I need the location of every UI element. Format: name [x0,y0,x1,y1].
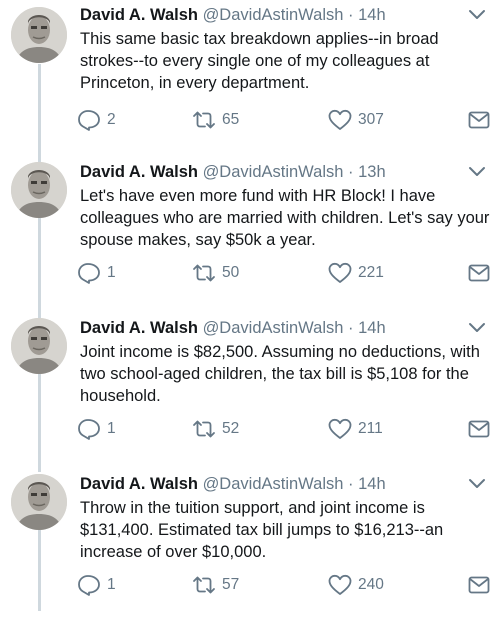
retweet-icon [191,417,222,441]
tweet[interactable]: David A. Walsh @DavidAstinWalsh · 14h Jo… [0,316,500,466]
heart-icon [327,417,358,441]
heart-icon [327,261,358,285]
direct-message-icon [467,109,496,131]
retweet-button[interactable]: 65 [191,107,239,133]
timestamp[interactable]: 13h [358,163,386,181]
direct-message-button[interactable] [467,416,496,442]
direct-message-button[interactable] [467,260,496,286]
tweet-actions: 1 50 221 [76,260,496,286]
like-button[interactable]: 307 [327,107,384,133]
tweet[interactable]: David A. Walsh @DavidAstinWalsh · 14h Th… [0,472,500,622]
like-count: 221 [358,264,384,281]
like-button[interactable]: 240 [327,572,384,598]
avatar[interactable] [11,162,67,218]
timestamp[interactable]: 14h [358,475,386,493]
retweet-button[interactable]: 52 [191,416,239,442]
retweet-count: 57 [222,576,240,593]
reply-icon [76,573,107,597]
tweet-actions: 1 52 211 [76,416,496,442]
retweet-icon [191,573,222,597]
reply-count: 1 [107,420,116,437]
tweet-text: Let's have even more fund with HR Block!… [80,187,490,249]
tweet-header: David A. Walsh @DavidAstinWalsh · 14h [80,472,386,496]
direct-message-icon [467,262,496,284]
retweet-count: 65 [222,111,240,128]
separator-dot: · [348,6,354,24]
chevron-down-icon[interactable] [468,476,486,490]
tweet-text: Throw in the tuition support, and joint … [80,499,444,561]
display-name[interactable]: David A. Walsh [80,475,198,493]
display-name[interactable]: David A. Walsh [80,319,198,337]
display-name[interactable]: David A. Walsh [80,6,198,24]
like-count: 240 [358,576,384,593]
avatar[interactable] [11,7,67,63]
reply-count: 1 [107,576,116,593]
user-handle[interactable]: @DavidAstinWalsh [203,319,344,337]
reply-icon [76,417,107,441]
tweet-actions: 1 57 240 [76,572,496,598]
display-name[interactable]: David A. Walsh [80,163,198,181]
tweet-header: David A. Walsh @DavidAstinWalsh · 14h [80,316,386,340]
reply-count: 1 [107,264,116,281]
chevron-down-icon[interactable] [468,7,486,21]
avatar[interactable] [11,474,67,530]
retweet-button[interactable]: 50 [191,260,239,286]
tweet-text: This same basic tax breakdown applies--i… [80,30,439,92]
separator-dot: · [348,475,354,493]
tweet-actions: 2 65 307 [76,107,496,133]
retweet-count: 52 [222,420,240,437]
direct-message-button[interactable] [467,107,496,133]
retweet-icon [191,108,222,132]
chevron-down-icon[interactable] [468,164,486,178]
like-count: 307 [358,111,384,128]
separator-dot: · [348,319,354,337]
timestamp[interactable]: 14h [358,6,386,24]
reply-icon [76,108,107,132]
tweet[interactable]: David A. Walsh @DavidAstinWalsh · 13h Le… [0,160,500,310]
reply-button[interactable]: 1 [76,260,116,286]
direct-message-icon [467,574,496,596]
heart-icon [327,573,358,597]
user-handle[interactable]: @DavidAstinWalsh [203,6,344,24]
tweet-header: David A. Walsh @DavidAstinWalsh · 14h [80,3,386,27]
tweet[interactable]: David A. Walsh @DavidAstinWalsh · 14h Th… [0,3,500,153]
like-button[interactable]: 211 [327,416,383,442]
direct-message-button[interactable] [467,572,496,598]
reply-button[interactable]: 1 [76,572,116,598]
retweet-count: 50 [222,264,240,281]
avatar[interactable] [11,318,67,374]
user-handle[interactable]: @DavidAstinWalsh [203,163,344,181]
direct-message-icon [467,418,496,440]
separator-dot: · [348,163,354,181]
reply-count: 2 [107,111,116,128]
like-button[interactable]: 221 [327,260,384,286]
like-count: 211 [358,420,383,437]
reply-icon [76,261,107,285]
tweet-header: David A. Walsh @DavidAstinWalsh · 13h [80,160,386,184]
reply-button[interactable]: 2 [76,107,116,133]
tweet-text: Joint income is $82,500. Assuming no ded… [80,343,480,405]
heart-icon [327,108,358,132]
retweet-icon [191,261,222,285]
retweet-button[interactable]: 57 [191,572,239,598]
reply-button[interactable]: 1 [76,416,116,442]
timestamp[interactable]: 14h [358,319,386,337]
user-handle[interactable]: @DavidAstinWalsh [203,475,344,493]
chevron-down-icon[interactable] [468,320,486,334]
